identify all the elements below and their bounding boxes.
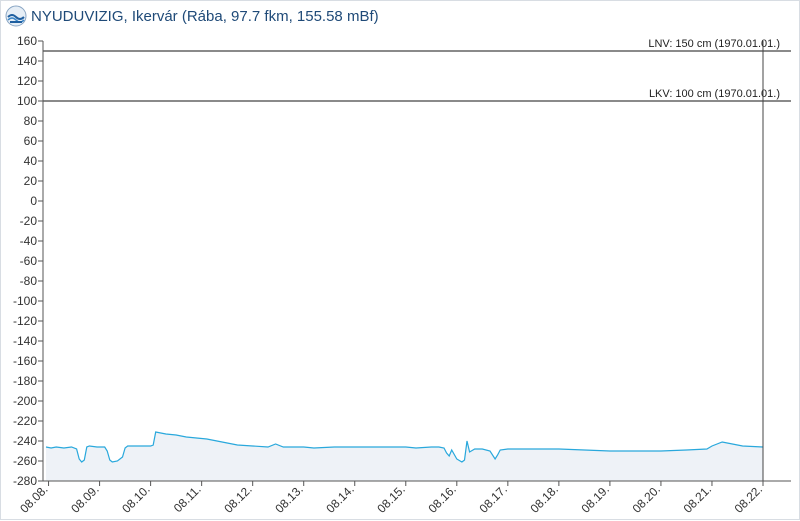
y-tick-label: -140 (13, 334, 37, 348)
x-tick-label: 08.10. (119, 482, 152, 515)
y-tick-label: 40 (24, 154, 38, 168)
x-tick-label: 08.21. (681, 482, 714, 515)
x-tick-label: 08.11. (171, 482, 204, 515)
x-tick-label: 08.13. (272, 482, 305, 515)
y-tick-label: 120 (17, 74, 37, 88)
y-tick-label: -200 (13, 394, 37, 408)
y-tick-label: -20 (20, 214, 38, 228)
x-tick-label: 08.16. (425, 482, 458, 515)
x-tick-label: 08.09. (68, 482, 101, 515)
y-tick-label: -240 (13, 434, 37, 448)
y-tick-label: 100 (17, 94, 37, 108)
y-tick-label: -180 (13, 374, 37, 388)
x-axis-ticks: 08.08. 08.09. 08.10. 08.11. 08.12. 08.13. 08.1… (17, 481, 765, 516)
y-tick-label: -160 (13, 354, 37, 368)
y-tick-label: 60 (24, 134, 38, 148)
reference-line-label: LKV: 100 cm (1970.01.01.) (649, 88, 780, 100)
y-tick-label: -260 (13, 454, 37, 468)
y-tick-label: -120 (13, 314, 37, 328)
y-tick-label: 160 (17, 34, 37, 48)
axes (42, 41, 791, 482)
x-tick-label: 08.17. (476, 482, 509, 515)
x-tick-label: 08.18. (527, 482, 560, 515)
series-area (45, 431, 764, 481)
y-tick-label: 20 (24, 174, 38, 188)
reference-line-label: LNV: 150 cm (1970.01.01.) (648, 38, 780, 50)
y-tick-label: 140 (17, 54, 37, 68)
y-tick-label: -40 (20, 234, 38, 248)
x-tick-label: 08.15. (374, 482, 407, 515)
x-tick-label: 08.20. (630, 482, 663, 515)
y-tick-label: -280 (13, 474, 37, 488)
water-level-chart: 160 140 120 100 80 60 40 20 0 -20 -40 -60 -80 -100 -12… (13, 34, 791, 516)
y-tick-label: -220 (13, 414, 37, 428)
x-tick-label: 08.14. (323, 482, 356, 515)
reference-lines: LNV: 150 cm (1970.01.01.) LKV: 100 cm (19… (43, 38, 791, 481)
y-axis-ticks: 160 140 120 100 80 60 40 20 0 -20 -40 -60 -80 -100 -12… (13, 34, 43, 488)
x-tick-label: 08.12. (221, 482, 254, 515)
y-tick-label: 0 (30, 194, 37, 208)
x-tick-label: 08.22. (732, 482, 765, 515)
y-tick-label: -80 (20, 274, 38, 288)
y-tick-label: -60 (20, 254, 38, 268)
series-area-fill (46, 432, 763, 481)
y-tick-label: 80 (24, 114, 38, 128)
chart-frame: NYUDUVIZIG, Ikervár (Rába, 97.7 fkm, 155… (0, 0, 800, 520)
x-tick-label: 08.19. (579, 482, 612, 515)
y-tick-label: -100 (13, 294, 37, 308)
